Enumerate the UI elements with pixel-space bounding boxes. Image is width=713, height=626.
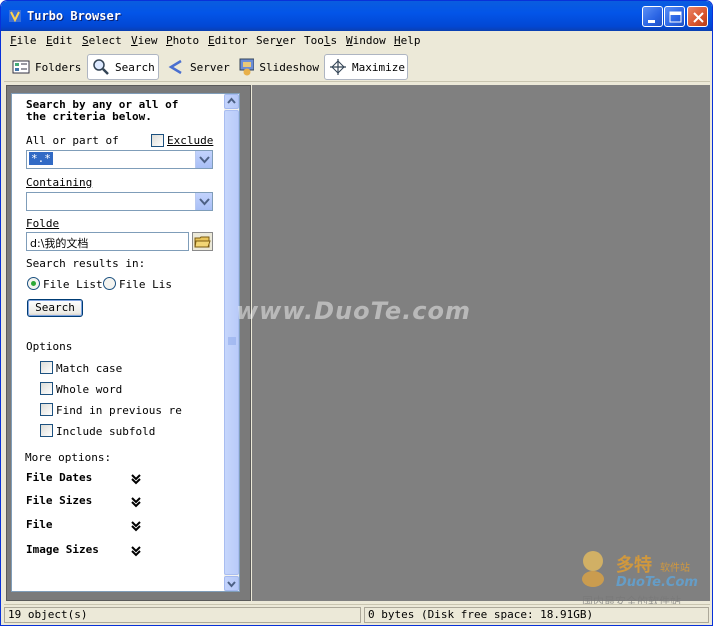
menu-bar: File Edit Select View Photo Editor Serve… bbox=[4, 31, 710, 51]
watermark-text: www.DuoTe.com bbox=[236, 297, 471, 325]
scroll-down-button[interactable] bbox=[224, 576, 239, 591]
maximize-tool-label: Maximize bbox=[352, 60, 405, 74]
title-bar[interactable]: Turbo Browser bbox=[1, 1, 712, 31]
search-tab-button[interactable]: Search bbox=[87, 54, 159, 80]
search-icon bbox=[93, 59, 109, 75]
status-bar: 19 object(s) 0 bytes (Disk free space: 1… bbox=[4, 604, 710, 624]
results-file-list-2-label: File Lis bbox=[119, 278, 172, 291]
containing-label: Containing bbox=[26, 176, 93, 189]
arrow-left-icon bbox=[168, 59, 182, 75]
logo-cn: 多特 bbox=[616, 555, 652, 576]
main-view-area[interactable] bbox=[252, 85, 710, 601]
minimize-button[interactable] bbox=[642, 6, 663, 27]
logo-sub: 软件站 bbox=[660, 563, 690, 574]
toolbar: Folders Search Server Slideshow Maximize bbox=[4, 52, 710, 82]
slideshow-icon bbox=[239, 58, 255, 76]
mascot-icon bbox=[582, 551, 604, 587]
find-in-previous-label: Find in previous re bbox=[56, 404, 182, 417]
menu-tools[interactable]: Tools bbox=[304, 34, 337, 47]
grip-icon bbox=[228, 337, 236, 345]
match-case-checkbox[interactable] bbox=[40, 361, 53, 374]
server-button[interactable]: Server bbox=[163, 54, 231, 80]
scroll-up-button[interactable] bbox=[224, 94, 239, 109]
search-intro-line-2: the criteria below. bbox=[26, 110, 152, 123]
duote-logo: 多特 软件站 DuoTe.Com 国内最安全的软件站 bbox=[578, 549, 708, 609]
app-window: Turbo Browser File Edit Select View Phot… bbox=[0, 0, 713, 626]
containing-combobox[interactable] bbox=[26, 192, 213, 211]
slideshow-button[interactable]: Slideshow bbox=[233, 54, 319, 80]
search-panel: Search by any or all of the criteria bel… bbox=[11, 93, 240, 592]
window-title: Turbo Browser bbox=[27, 9, 121, 23]
results-file-list-2-radio[interactable] bbox=[103, 277, 116, 290]
close-button[interactable] bbox=[687, 6, 708, 27]
results-in-label: Search results in: bbox=[26, 257, 146, 270]
minimize-icon bbox=[648, 20, 655, 23]
folder-icon bbox=[194, 236, 211, 248]
find-in-previous-checkbox[interactable] bbox=[40, 403, 53, 416]
crosshair-icon bbox=[330, 59, 346, 75]
radio-selected-dot bbox=[31, 281, 36, 286]
whole-word-checkbox[interactable] bbox=[40, 382, 53, 395]
server-label: Server bbox=[190, 60, 230, 74]
maximize-tool-button[interactable]: Maximize bbox=[324, 54, 408, 80]
include-subfolders-checkbox[interactable] bbox=[40, 424, 53, 437]
chevron-down-icon bbox=[199, 198, 210, 206]
menu-file[interactable]: File bbox=[10, 34, 37, 47]
folders-label: Folders bbox=[35, 60, 82, 74]
maximize-window-button[interactable] bbox=[664, 6, 685, 27]
more-file-label[interactable]: File bbox=[26, 518, 53, 531]
chevron-down-icon[interactable] bbox=[130, 496, 142, 508]
app-icon bbox=[9, 10, 21, 23]
slideshow-label: Slideshow bbox=[259, 60, 319, 74]
more-options-label: More options: bbox=[25, 451, 112, 464]
folder-value: d:\我的文档 bbox=[30, 237, 89, 250]
menu-server[interactable]: Server bbox=[256, 34, 296, 47]
chevron-down-icon[interactable] bbox=[130, 545, 142, 557]
search-button[interactable]: Search bbox=[27, 299, 83, 317]
menu-window[interactable]: Window bbox=[346, 34, 386, 47]
chevron-up-icon bbox=[227, 97, 236, 104]
name-pattern-dropdown-button[interactable] bbox=[195, 151, 212, 168]
containing-dropdown-button[interactable] bbox=[195, 193, 212, 210]
menu-photo[interactable]: Photo bbox=[166, 34, 199, 47]
name-pattern-value: *.* bbox=[29, 152, 53, 165]
close-icon bbox=[693, 12, 704, 23]
match-case-label: Match case bbox=[56, 362, 123, 375]
folder-label: Folde bbox=[26, 217, 60, 230]
status-object-count: 19 object(s) bbox=[4, 607, 361, 623]
search-intro: Search by any or all of the criteria bel… bbox=[26, 99, 178, 123]
browse-folder-button[interactable] bbox=[192, 232, 213, 251]
search-tab-label: Search bbox=[115, 60, 155, 74]
chevron-down-icon[interactable] bbox=[130, 473, 142, 485]
menu-edit[interactable]: Edit bbox=[46, 34, 73, 47]
exclude-checkbox[interactable] bbox=[151, 134, 164, 147]
status-disk-space: 0 bytes (Disk free space: 18.91GB) bbox=[364, 607, 709, 623]
name-label: All or part of bbox=[26, 134, 119, 147]
results-file-list-label: File List bbox=[43, 278, 103, 291]
results-file-list-radio[interactable] bbox=[27, 277, 40, 290]
more-file-dates-label[interactable]: File Dates bbox=[26, 471, 92, 484]
chevron-down-icon[interactable] bbox=[130, 520, 142, 532]
folder-input[interactable]: d:\我的文档 bbox=[26, 232, 189, 251]
chevron-down-icon bbox=[199, 156, 210, 164]
folders-button[interactable]: Folders bbox=[8, 54, 86, 80]
folders-icon bbox=[12, 60, 30, 74]
include-subfolders-label: Include subfold bbox=[56, 425, 156, 438]
chevron-down-icon bbox=[227, 581, 236, 588]
whole-word-label: Whole word bbox=[56, 383, 123, 396]
more-file-sizes-label[interactable]: File Sizes bbox=[26, 494, 92, 507]
scroll-thumb[interactable] bbox=[224, 110, 239, 575]
maximize-icon bbox=[669, 11, 682, 23]
menu-select[interactable]: Select bbox=[82, 34, 122, 47]
vertical-scrollbar[interactable] bbox=[224, 94, 239, 591]
exclude-label: Exclude bbox=[167, 134, 214, 147]
options-label: Options bbox=[26, 340, 73, 353]
logo-brand: DuoTe.Com bbox=[616, 575, 698, 590]
name-pattern-combobox[interactable]: *.* bbox=[26, 150, 213, 169]
menu-editor[interactable]: Editor bbox=[208, 34, 248, 47]
more-image-sizes-label[interactable]: Image Sizes bbox=[26, 543, 99, 556]
menu-view[interactable]: View bbox=[131, 34, 158, 47]
menu-help[interactable]: Help bbox=[394, 34, 421, 47]
